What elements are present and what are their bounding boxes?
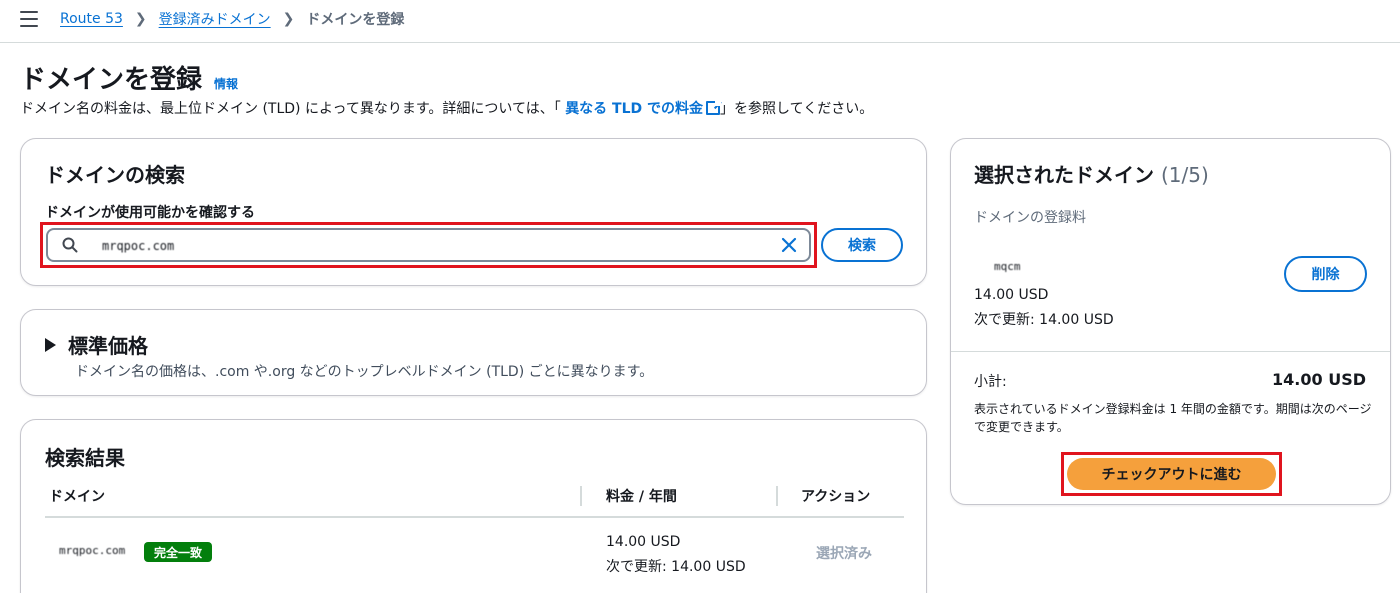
- registration-fee-label: ドメインの登録料: [974, 210, 1086, 226]
- search-results-title: 検索結果: [45, 446, 125, 470]
- page-description: ドメイン名の料金は、最上位ドメイン (TLD) によって異なります。詳細について…: [20, 98, 873, 118]
- column-header-domain: ドメイン: [49, 489, 105, 505]
- search-input-wrapper: [46, 228, 811, 262]
- result-price: 14.00 USD: [606, 534, 681, 550]
- selected-domain-price: 14.00 USD: [974, 287, 1049, 303]
- page-title: ドメインを登録: [20, 65, 203, 95]
- search-button[interactable]: 検索: [821, 228, 903, 262]
- result-renewal-price: 次で更新: 14.00 USD: [606, 559, 746, 575]
- column-divider[interactable]: [580, 486, 582, 506]
- divider: [951, 351, 1390, 352]
- tld-pricing-link-label: 異なる TLD での料金: [565, 101, 704, 117]
- table-row: mrqpoc.com 完全一致 14.00 USD 次で更新: 14.00 US…: [45, 518, 904, 588]
- domain-search-title: ドメインの検索: [45, 163, 185, 187]
- column-divider[interactable]: [776, 486, 778, 506]
- chevron-right-icon: ❯: [134, 11, 147, 27]
- selected-domains-count: (1/5): [1160, 163, 1209, 187]
- chevron-right-icon: ❯: [282, 11, 295, 27]
- breadcrumb: Route 53 ❯ 登録済みドメイン ❯ ドメインを登録: [60, 9, 404, 29]
- standard-pricing-panel: 標準価格 ドメイン名の価格は、.com や.org などのトップレベルドメイン …: [20, 309, 927, 396]
- close-icon[interactable]: [781, 237, 797, 253]
- selected-domain-renewal: 次で更新: 14.00 USD: [974, 312, 1114, 328]
- external-link-icon: [706, 100, 722, 115]
- breadcrumb-registered-domains[interactable]: 登録済みドメイン: [159, 9, 271, 29]
- proceed-to-checkout-button[interactable]: チェックアウトに進む: [1067, 458, 1276, 490]
- exact-match-badge: 完全一致: [144, 542, 213, 562]
- delete-button[interactable]: 削除: [1284, 256, 1367, 292]
- search-results-panel: 検索結果 ドメイン 料金 / 年間 アクション mrqpoc.com 完全一致 …: [20, 419, 927, 593]
- page-description-prefix: ドメイン名の料金は、最上位ドメイン (TLD) によって異なります。詳細について…: [20, 101, 566, 117]
- selected-domains-title: 選択されたドメイン (1/5): [974, 159, 1209, 188]
- subtotal-label: 小計:: [974, 374, 1007, 390]
- domain-search-panel: ドメインの検索 ドメインが使用可能かを確認する 検索: [20, 138, 927, 286]
- hamburger-menu-icon[interactable]: [20, 11, 38, 27]
- standard-pricing-description: ドメイン名の価格は、.com や.org などのトップレベルドメイン (TLD)…: [75, 364, 654, 380]
- standard-pricing-toggle[interactable]: 標準価格: [45, 330, 148, 359]
- search-results-table: ドメイン 料金 / 年間 アクション mrqpoc.com 完全一致 14.00…: [45, 482, 904, 588]
- standard-pricing-title: 標準価格: [68, 334, 148, 358]
- selected-domain-name: mqcm: [994, 260, 1021, 273]
- search-icon: [62, 237, 78, 253]
- search-input-highlight: [40, 222, 817, 268]
- page-description-suffix: 」を参照してください。: [720, 101, 874, 117]
- column-header-price: 料金 / 年間: [606, 489, 677, 505]
- info-link[interactable]: 情報: [214, 75, 238, 92]
- top-navigation-bar: Route 53 ❯ 登録済みドメイン ❯ ドメインを登録: [0, 0, 1400, 43]
- caret-right-icon: [45, 337, 56, 352]
- checkout-highlight: チェックアウトに進む: [1061, 452, 1282, 496]
- selected-domains-panel: 選択されたドメイン (1/5) ドメインの登録料 mqcm 14.00 USD …: [950, 138, 1391, 505]
- breadcrumb-route53[interactable]: Route 53: [60, 11, 123, 27]
- column-header-action: アクション: [801, 489, 871, 505]
- tld-pricing-link[interactable]: 異なる TLD での料金: [565, 100, 722, 117]
- breadcrumb-current: ドメインを登録: [306, 12, 405, 28]
- selected-domains-heading: 選択されたドメイン: [974, 163, 1154, 187]
- domain-search-input[interactable]: [102, 235, 742, 257]
- selected-button[interactable]: 選択済み: [816, 543, 872, 563]
- domain-availability-label: ドメインが使用可能かを確認する: [45, 205, 255, 221]
- table-header: ドメイン 料金 / 年間 アクション: [45, 482, 904, 518]
- page-header: ドメインを登録 情報: [20, 59, 238, 96]
- subtotal-value: 14.00 USD: [1272, 370, 1366, 389]
- registration-period-note: 表示されているドメイン登録料金は 1 年間の金額です。期間は次のページで変更でき…: [974, 402, 1372, 434]
- result-domain-name: mrqpoc.com: [59, 544, 126, 557]
